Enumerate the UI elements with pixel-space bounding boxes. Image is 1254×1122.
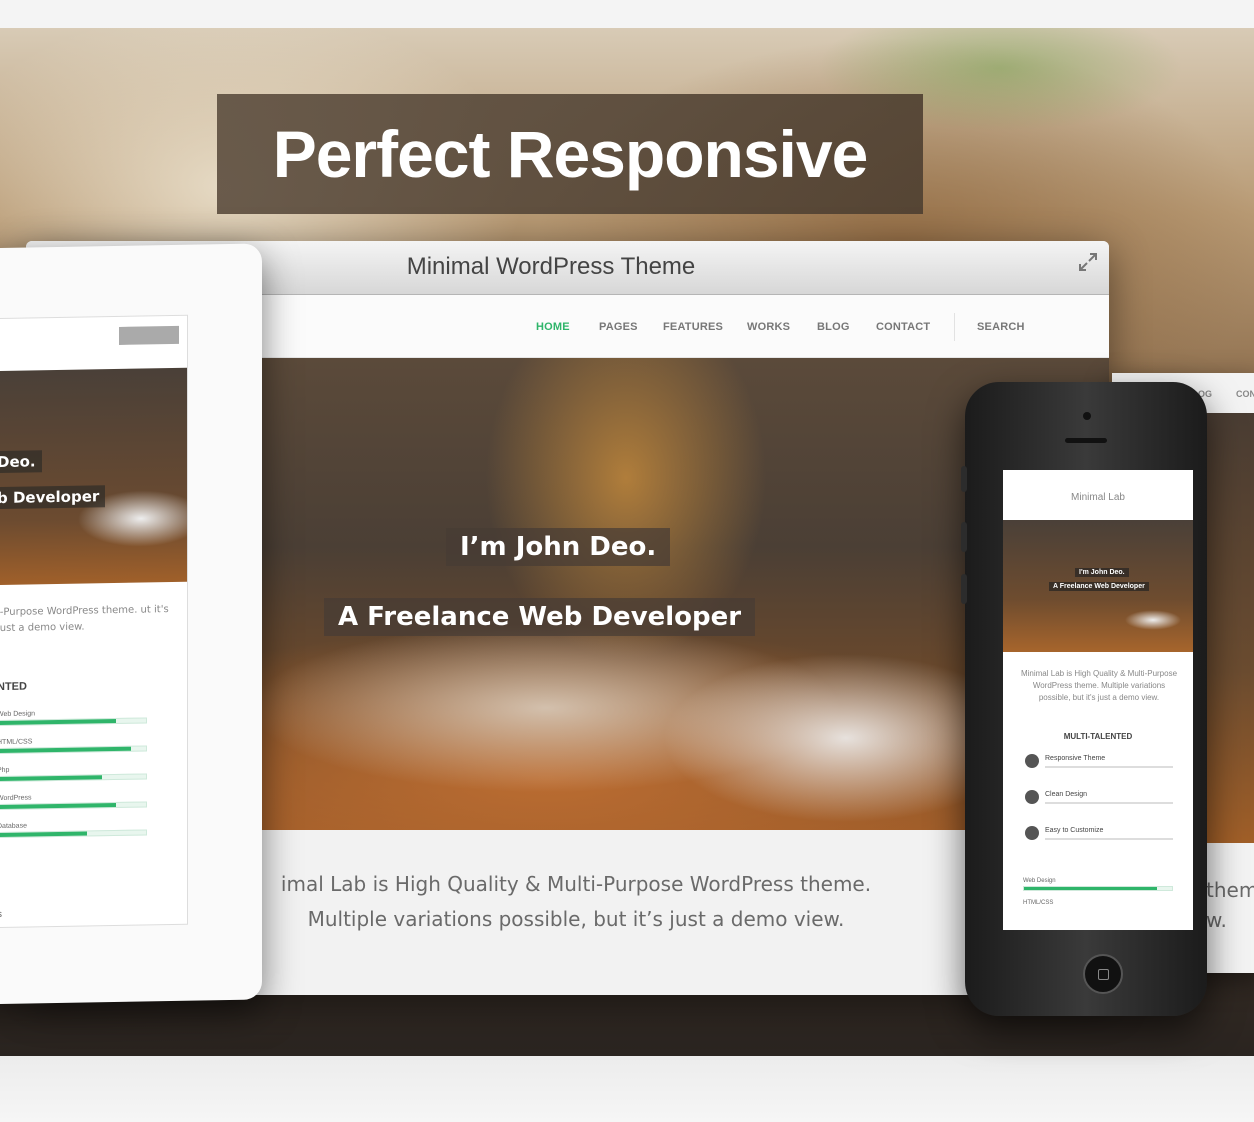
tablet-hero-line-2: b Developer <box>0 485 106 510</box>
monitor-intro-1: them <box>1206 878 1254 902</box>
nav-pages[interactable]: PAGES <box>599 321 638 333</box>
feature-desc <box>1045 802 1173 804</box>
phone-hero: I'm John Deo. A Freelance Web Developer <box>1003 520 1193 652</box>
nav-contact[interactable]: CONTACT <box>876 321 930 333</box>
speaker-grille <box>1065 438 1107 443</box>
nav-divider <box>954 313 955 341</box>
skill-label: Web Design <box>0 710 36 719</box>
nav-blog[interactable]: BLOG <box>817 321 850 333</box>
home-button[interactable] <box>1083 954 1123 994</box>
tablet-device: Deo. b Developer i-Purpose WordPress the… <box>0 243 262 1005</box>
tablet-skill-bar: HTML/CSS <box>0 736 147 755</box>
design-icon <box>1025 790 1039 804</box>
skill-fill <box>0 802 117 810</box>
nav-search[interactable]: SEARCH <box>977 321 1025 333</box>
promo-banner: Perfect Responsive <box>217 94 923 214</box>
phone-hero-line-1: I'm John Deo. <box>1075 568 1129 577</box>
nav-home[interactable]: HOME <box>536 321 570 333</box>
skill-track <box>0 801 147 811</box>
phone-skill-label-2: HTML/CSS <box>1023 900 1054 906</box>
tablet-hero: Deo. b Developer <box>0 367 187 586</box>
skill-fill <box>0 775 102 782</box>
phone-hero-line-2: A Freelance Web Developer <box>1049 582 1149 591</box>
responsive-icon <box>1025 754 1039 768</box>
skill-track <box>1023 886 1173 891</box>
tablet-skill-bar: WordPress <box>0 792 147 811</box>
camera-icon <box>1083 412 1091 420</box>
menu-icon[interactable] <box>119 325 179 345</box>
mute-switch <box>961 466 967 492</box>
volume-up-button <box>961 522 967 552</box>
customize-icon <box>1025 826 1039 840</box>
bottom-strip <box>0 1056 1254 1122</box>
monitor-intro-2: w. <box>1206 908 1227 932</box>
tablet-hero-line-1: Deo. <box>0 450 42 474</box>
skill-label: Php <box>0 766 10 775</box>
tablet-footer-text: s <box>0 908 2 921</box>
skill-fill <box>0 831 87 838</box>
fullscreen-icon[interactable] <box>1077 251 1099 273</box>
intro-line-1: imal Lab is High Quality & Multi-Purpose… <box>280 872 872 896</box>
hero-subheadline: A Freelance Web Developer <box>324 598 756 636</box>
skill-track <box>0 773 147 783</box>
skill-track <box>0 717 147 727</box>
phone-intro: Minimal Lab is High Quality & Multi-Purp… <box>1020 669 1178 702</box>
skill-label: Web Design <box>1023 878 1056 884</box>
tablet-intro: i-Purpose WordPress theme. ut it's just … <box>0 604 169 635</box>
phone-device: Minimal Lab I'm John Deo. A Freelance We… <box>961 382 1207 1016</box>
feature-name: Clean Design <box>1045 791 1088 798</box>
skill-label: WordPress <box>0 794 32 803</box>
skill-track <box>0 745 147 755</box>
feature-desc <box>1045 766 1173 768</box>
feature-desc <box>1045 838 1173 840</box>
skill-fill <box>0 718 117 726</box>
skill-fill <box>1024 887 1158 890</box>
phone-site-title: Minimal Lab <box>1071 492 1125 503</box>
nav-works[interactable]: WORKS <box>747 321 790 333</box>
intro-line-2: Multiple variations possible, but it’s j… <box>307 907 845 931</box>
feature-name: Responsive Theme <box>1045 755 1106 762</box>
banner-title: Perfect Responsive <box>272 117 869 191</box>
feature-name: Easy to Customize <box>1045 827 1104 834</box>
monitor-nav-contact: CON <box>1236 389 1254 399</box>
phone-skill-bar: Web Design <box>1023 878 1173 891</box>
skill-label: Database <box>0 822 27 831</box>
volume-down-button <box>961 574 967 604</box>
tablet-heading: NTED <box>0 680 27 694</box>
skill-fill <box>0 746 132 754</box>
nav-features[interactable]: FEATURES <box>663 321 723 333</box>
hero-headline: I’m John Deo. <box>446 528 671 566</box>
tablet-skill-bar: Php <box>0 764 147 783</box>
skill-track <box>0 829 147 839</box>
phone-screen: Minimal Lab I'm John Deo. A Freelance We… <box>1003 470 1193 930</box>
phone-heading: MULTI-TALENTED <box>1063 732 1133 741</box>
home-square-icon <box>1098 969 1109 980</box>
tablet-skill-bar: Database <box>0 820 147 839</box>
tablet-skill-bar: Web Design <box>0 708 147 727</box>
tablet-screen: Deo. b Developer i-Purpose WordPress the… <box>0 314 188 929</box>
skill-label: HTML/CSS <box>0 738 33 747</box>
